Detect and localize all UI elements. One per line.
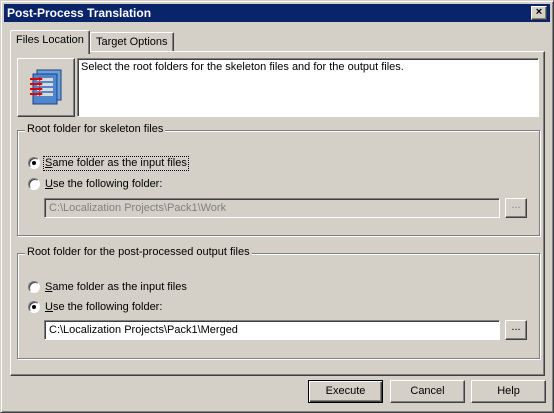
output-use-accesskey: U: [45, 301, 53, 313]
help-button[interactable]: Help: [471, 380, 546, 403]
skeleton-use-folder-label: Use the following folder:: [45, 178, 162, 191]
close-icon: ×: [535, 6, 543, 18]
radio-selected-dot: [32, 161, 36, 165]
skeleton-use-accesskey: U: [45, 178, 53, 190]
output-folder-group: Root folder for the post-processed outpu…: [17, 246, 540, 359]
output-use-folder-option[interactable]: Use the following folder:: [28, 301, 228, 315]
skeleton-same-folder-radio[interactable]: [28, 157, 40, 169]
output-same-folder-label: Same folder as the input files: [45, 281, 187, 294]
close-button[interactable]: ×: [531, 6, 547, 20]
skeleton-use-folder-option[interactable]: Use the following folder:: [28, 178, 228, 192]
skeleton-use-label-rest: se the following folder:: [52, 178, 163, 190]
output-same-folder-radio[interactable]: [28, 281, 40, 293]
description-box: Select the root folders for the skeleton…: [77, 58, 539, 117]
skeleton-same-folder-option[interactable]: Same folder as the input files: [28, 156, 228, 171]
description-text: Select the root folders for the skeleton…: [81, 61, 404, 73]
skeleton-same-folder-label: Same folder as the input files: [43, 156, 189, 171]
output-use-folder-label: Use the following folder:: [45, 301, 162, 314]
output-same-label-rest: ame folder as the input files: [52, 281, 187, 293]
output-use-label-rest: se the following folder:: [52, 301, 163, 313]
file-conversion-icon: [30, 69, 62, 105]
tab-files-location-label: Files Location: [16, 34, 84, 46]
output-folder-path-field[interactable]: C:\Localization Projects\Pack1\Merged: [44, 320, 500, 340]
window-title: Post-Process Translation: [7, 6, 152, 20]
skeleton-folder-group: Root folder for skeleton files Same fold…: [17, 123, 540, 236]
output-group-label: Root folder for the post-processed outpu…: [25, 246, 252, 258]
tab-target-options-label: Target Options: [96, 36, 168, 48]
title-bar: Post-Process Translation ×: [4, 4, 550, 22]
execute-button[interactable]: Execute: [308, 380, 383, 403]
skeleton-use-folder-radio[interactable]: [28, 178, 40, 190]
tab-target-options[interactable]: Target Options: [90, 32, 174, 52]
skeleton-group-label: Root folder for skeleton files: [25, 123, 166, 135]
skeleton-folder-path-field[interactable]: C:\Localization Projects\Pack1\Work: [44, 198, 500, 218]
skeleton-same-label-rest: ame folder as the input files: [52, 157, 187, 169]
tab-files-location[interactable]: Files Location: [10, 30, 90, 54]
radio-selected-dot: [32, 305, 36, 309]
output-same-folder-option[interactable]: Same folder as the input files: [28, 281, 228, 295]
output-browse-button[interactable]: ...: [505, 320, 527, 340]
dialog-window: Post-Process Translation × Files Locatio…: [0, 0, 554, 413]
skeleton-browse-button[interactable]: ...: [505, 198, 527, 218]
cancel-button[interactable]: Cancel: [390, 380, 465, 403]
output-use-folder-radio[interactable]: [28, 301, 40, 313]
info-icon-box: [17, 58, 75, 117]
